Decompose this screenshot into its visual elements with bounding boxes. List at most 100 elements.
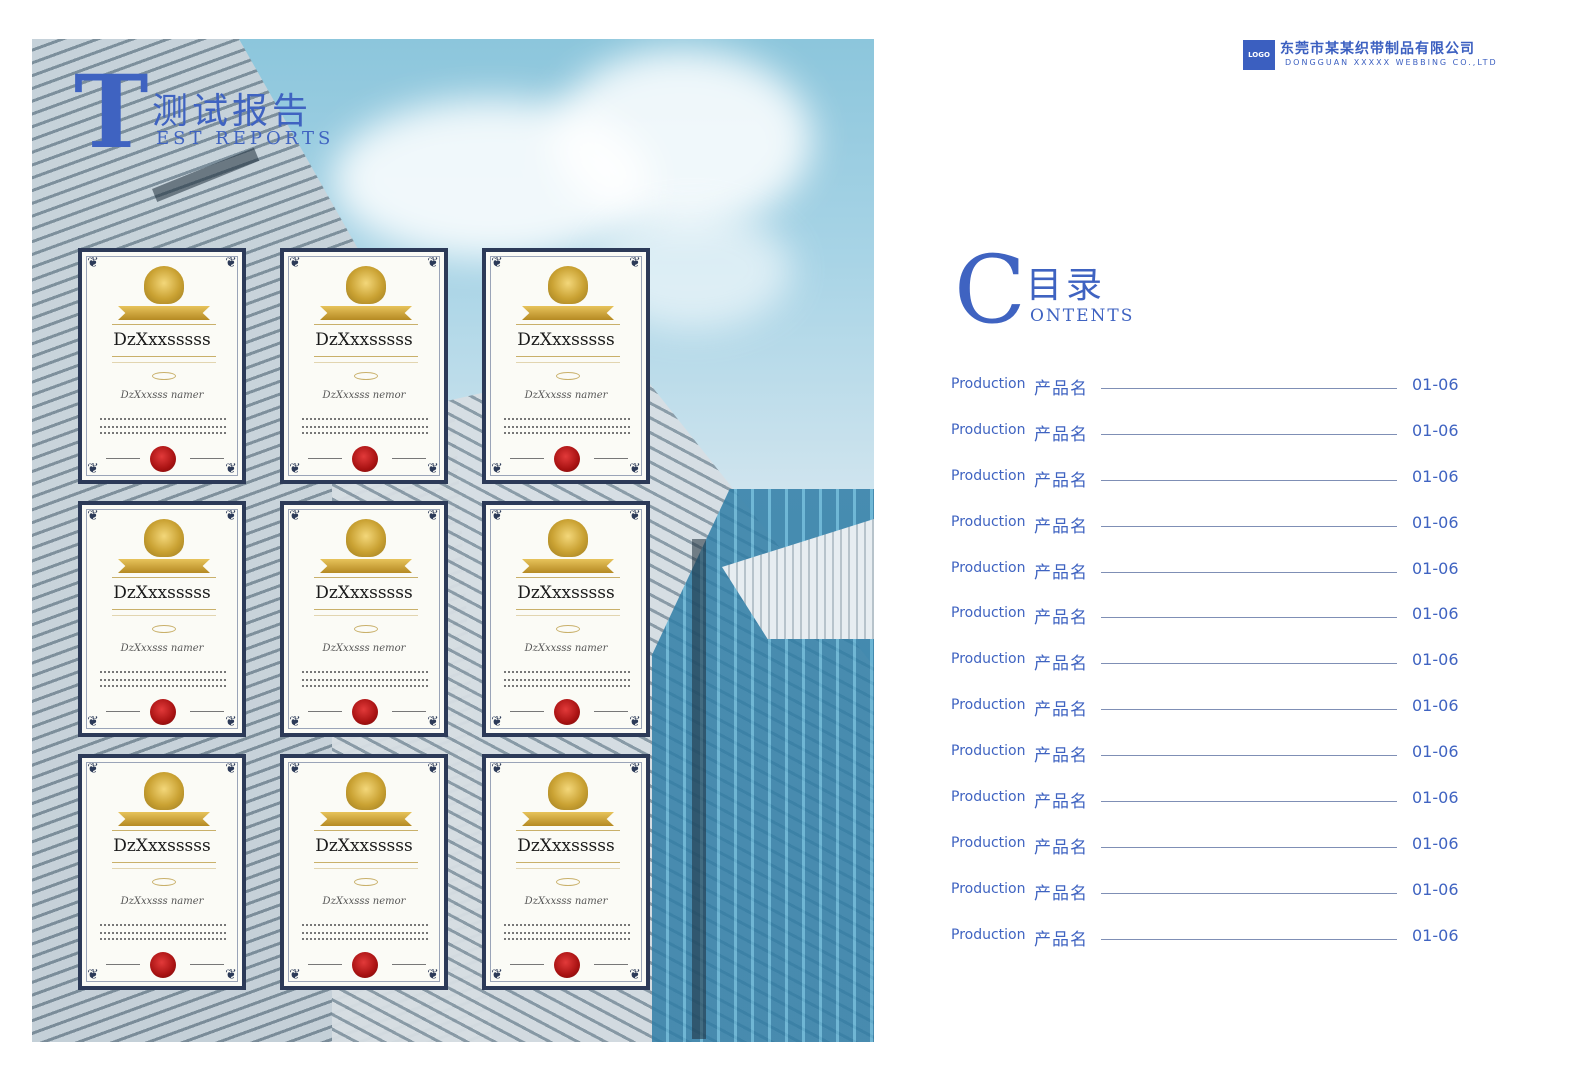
toc-entry[interactable]: Production 产品名 01-06: [951, 923, 1471, 969]
certificate-title: DzXxxsssss: [517, 836, 615, 856]
certificate-script-name: DzXxxsss nemor: [322, 643, 406, 654]
certificate-title: DzXxxsssss: [315, 330, 413, 350]
toc-entry-pages: 01-06: [1412, 420, 1459, 440]
gold-crest-icon: [548, 519, 588, 557]
signature-line: [308, 458, 342, 459]
toc-entry-label-cn: 产品名: [1034, 746, 1088, 767]
toc-entry[interactable]: Production 产品名 01-06: [951, 372, 1471, 418]
divider: [314, 830, 418, 831]
certificate-card: ❦ ❦ ❦ ❦ DzXxxsssss DzXxxsss namer: [482, 501, 650, 737]
ornament-icon: [556, 625, 580, 633]
gold-crest-icon: [144, 266, 184, 304]
leader-line: [1101, 892, 1397, 894]
fine-print: [100, 679, 228, 681]
fine-print: [100, 938, 228, 940]
fine-print: [100, 924, 228, 926]
certificate-card: ❦ ❦ ❦ ❦ DzXxxsssss DzXxxsss namer: [78, 501, 246, 737]
toc-entry-label-en: Production: [951, 559, 1026, 576]
ornament-icon: ❦: [87, 508, 99, 524]
ornament-icon: ❦: [629, 508, 641, 524]
fine-print: [100, 685, 228, 687]
signature-line: [510, 964, 544, 965]
divider: [112, 862, 216, 863]
contents-initial: C: [954, 236, 1026, 345]
ornament-icon: ❦: [87, 761, 99, 777]
leader-line: [1101, 938, 1397, 940]
gold-ribbon-icon: [118, 812, 210, 826]
wax-seal-icon: [554, 699, 580, 725]
certificate-title: DzXxxsssss: [517, 330, 615, 350]
toc-entry[interactable]: Production 产品名 01-06: [951, 647, 1471, 693]
fine-print: [302, 938, 430, 940]
leader-line: [1101, 617, 1397, 619]
cloud: [332, 99, 652, 259]
gold-ribbon-icon: [118, 306, 210, 320]
title-en: EST REPORTS: [156, 128, 335, 149]
signature-line: [190, 711, 224, 712]
leader-line: [1101, 846, 1397, 848]
fine-print: [302, 671, 430, 673]
ornament-icon: [152, 625, 176, 633]
certificate-title: DzXxxsssss: [315, 836, 413, 856]
wax-seal-icon: [352, 699, 378, 725]
gold-crest-icon: [346, 772, 386, 810]
wax-seal-icon: [150, 952, 176, 978]
divider: [516, 356, 620, 357]
gold-ribbon-icon: [118, 559, 210, 573]
ornament-icon: ❦: [289, 714, 301, 730]
toc-entry[interactable]: Production 产品名 01-06: [951, 510, 1471, 556]
fine-print: [504, 685, 632, 687]
ornament-icon: ❦: [289, 967, 301, 983]
toc-entry[interactable]: Production 产品名 01-06: [951, 739, 1471, 785]
fine-print: [504, 418, 632, 420]
gold-ribbon-icon: [320, 559, 412, 573]
wax-seal-icon: [554, 952, 580, 978]
ornament-icon: ❦: [491, 714, 503, 730]
toc-entry[interactable]: Production 产品名 01-06: [951, 601, 1471, 647]
divider: [112, 362, 216, 363]
toc-entry-label-en: Production: [951, 789, 1026, 806]
toc-entry[interactable]: Production 产品名 01-06: [951, 877, 1471, 923]
certificate-title: DzXxxsssss: [315, 583, 413, 603]
signature-line: [106, 964, 140, 965]
toc-entry[interactable]: Production 产品名 01-06: [951, 831, 1471, 877]
contents-title-cn: 目录: [1026, 265, 1107, 306]
wax-seal-icon: [554, 446, 580, 472]
toc-entry-pages: 01-06: [1412, 833, 1459, 853]
divider: [112, 577, 216, 578]
title-cn: 测试报告: [152, 91, 313, 132]
certificate-card: ❦ ❦ ❦ ❦ DzXxxsssss DzXxxsss namer: [482, 754, 650, 990]
gold-crest-icon: [548, 266, 588, 304]
ornament-icon: ❦: [427, 761, 439, 777]
toc-entry-pages: 01-06: [1412, 925, 1459, 945]
certificate-card: ❦ ❦ ❦ ❦ DzXxxsssss DzXxxsss namer: [482, 248, 650, 484]
toc-entry-pages: 01-06: [1412, 696, 1459, 716]
toc-entry[interactable]: Production 产品名 01-06: [951, 785, 1471, 831]
toc-entry-label-cn: 产品名: [1034, 470, 1088, 491]
ornament-icon: ❦: [289, 508, 301, 524]
divider: [516, 868, 620, 869]
certificate-script-name: DzXxxsss namer: [524, 896, 608, 907]
gold-ribbon-icon: [522, 559, 614, 573]
toc-entry[interactable]: Production 产品名 01-06: [951, 464, 1471, 510]
ornament-icon: ❦: [225, 508, 237, 524]
toc-entry-label-cn: 产品名: [1034, 883, 1088, 904]
toc-entry-pages: 01-06: [1412, 742, 1459, 762]
toc-entry[interactable]: Production 产品名 01-06: [951, 693, 1471, 739]
toc-entry-pages: 01-06: [1412, 558, 1459, 578]
toc-entry-label-en: Production: [951, 605, 1026, 622]
toc-entry[interactable]: Production 产品名 01-06: [951, 556, 1471, 602]
ornament-icon: ❦: [629, 714, 641, 730]
signature-line: [308, 711, 342, 712]
ornament-icon: ❦: [491, 508, 503, 524]
gold-crest-icon: [144, 772, 184, 810]
ornament-icon: [152, 878, 176, 886]
ornament-icon: [354, 878, 378, 886]
leader-line: [1101, 709, 1397, 711]
certificate-script-name: DzXxxsss nemor: [322, 390, 406, 401]
toc-entry[interactable]: Production 产品名 01-06: [951, 418, 1471, 464]
ornament-icon: ❦: [629, 255, 641, 271]
divider: [516, 609, 620, 610]
gold-ribbon-icon: [522, 306, 614, 320]
divider: [112, 615, 216, 616]
